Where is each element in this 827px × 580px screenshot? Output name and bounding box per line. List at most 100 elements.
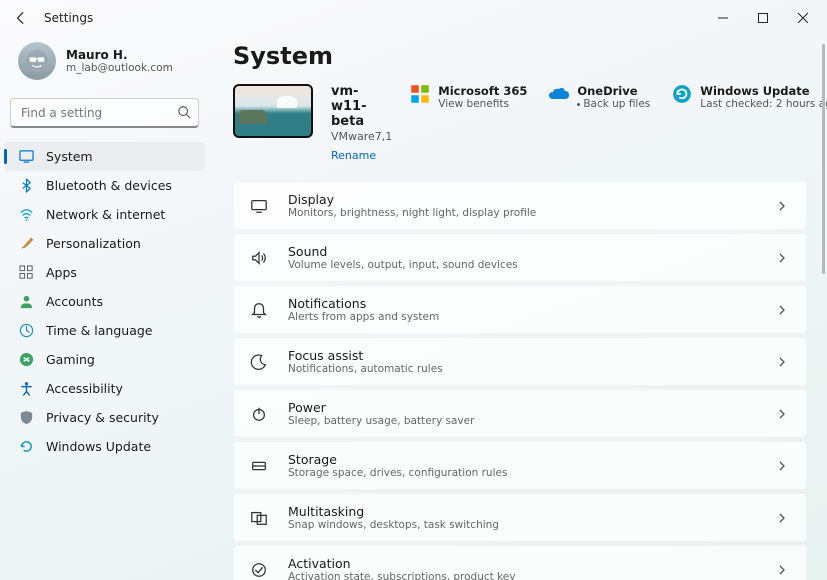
system-icon [18, 149, 34, 165]
search-input[interactable] [10, 98, 199, 128]
sound-icon [248, 247, 270, 269]
search-box[interactable] [10, 98, 199, 128]
sidebar-item-system[interactable]: System [4, 142, 205, 171]
bell-icon [248, 299, 270, 321]
card-sub: Alerts from apps and system [288, 311, 776, 323]
card-title: Power [288, 400, 776, 415]
shield-icon [18, 410, 34, 426]
pc-thumbnail[interactable] [233, 84, 313, 138]
sidebar-item-bluetooth[interactable]: Bluetooth & devices [4, 171, 205, 200]
wifi-icon [18, 207, 34, 223]
apps-icon [18, 265, 34, 281]
sidebar-item-personalization[interactable]: Personalization [4, 229, 205, 258]
sidebar-item-time-language[interactable]: Time & language [4, 316, 205, 345]
card-power[interactable]: PowerSleep, battery usage, battery saver [233, 389, 807, 438]
sidebar-item-apps[interactable]: Apps [4, 258, 205, 287]
tile-windows-update[interactable]: Windows Update Last checked: 2 hours ago [672, 84, 827, 110]
profile-block[interactable]: Mauro H. m_lab@outlook.com [0, 36, 209, 92]
pc-info: vm-w11-beta VMware7,1 Rename [331, 84, 392, 163]
maximize-icon [758, 13, 768, 23]
tile-onedrive[interactable]: OneDrive Back up files [549, 84, 650, 110]
bluetooth-icon [18, 178, 34, 194]
onedrive-icon [549, 84, 569, 104]
card-activation[interactable]: ActivationActivation state, subscription… [233, 545, 807, 580]
card-sub: Volume levels, output, input, sound devi… [288, 259, 776, 271]
chevron-right-icon [776, 564, 788, 576]
sidebar-item-network[interactable]: Network & internet [4, 200, 205, 229]
card-notifications[interactable]: NotificationsAlerts from apps and system [233, 285, 807, 334]
app-title: Settings [44, 11, 93, 25]
chevron-right-icon [776, 200, 788, 212]
sidebar-item-label: Windows Update [46, 439, 151, 454]
sidebar-item-label: Personalization [46, 236, 141, 251]
close-button[interactable] [783, 2, 823, 34]
activation-icon [248, 559, 270, 580]
card-display[interactable]: DisplayMonitors, brightness, night light… [233, 181, 807, 230]
clock-globe-icon [18, 323, 34, 339]
back-button[interactable] [4, 1, 38, 35]
minimize-button[interactable] [703, 2, 743, 34]
card-title: Activation [288, 556, 776, 571]
system-hero: vm-w11-beta VMware7,1 Rename Microsoft 3… [233, 84, 807, 163]
window-controls [703, 2, 823, 34]
card-sub: Notifications, automatic rules [288, 363, 776, 375]
person-icon [18, 294, 34, 310]
main-content: System vm-w11-beta VMware7,1 Rename Micr… [215, 36, 827, 580]
sidebar-item-label: Accessibility [46, 381, 123, 396]
close-icon [798, 13, 808, 23]
m365-icon [410, 84, 430, 104]
update-icon [18, 439, 34, 455]
chevron-right-icon [776, 304, 788, 316]
card-sub: Activation state, subscriptions, product… [288, 571, 776, 580]
sidebar-item-label: Privacy & security [46, 410, 159, 425]
user-email: m_lab@outlook.com [66, 62, 173, 74]
nav-list: System Bluetooth & devices Network & int… [0, 142, 209, 461]
card-sub: Storage space, drives, configuration rul… [288, 467, 776, 479]
tile-title: Windows Update [700, 84, 827, 98]
maximize-button[interactable] [743, 2, 783, 34]
chevron-right-icon [776, 512, 788, 524]
card-title: Multitasking [288, 504, 776, 519]
tile-sub: Last checked: 2 hours ago [700, 98, 827, 110]
page-title: System [233, 42, 807, 70]
sidebar-item-gaming[interactable]: Gaming [4, 345, 205, 374]
sidebar-item-accounts[interactable]: Accounts [4, 287, 205, 316]
avatar [18, 42, 56, 80]
accessibility-icon [18, 381, 34, 397]
multitasking-icon [248, 507, 270, 529]
sidebar-item-label: System [46, 149, 93, 164]
sidebar-item-windows-update[interactable]: Windows Update [4, 432, 205, 461]
card-sub: Monitors, brightness, night light, displ… [288, 207, 776, 219]
card-storage[interactable]: StorageStorage space, drives, configurat… [233, 441, 807, 490]
profile-info: Mauro H. m_lab@outlook.com [66, 48, 173, 74]
user-name: Mauro H. [66, 48, 173, 62]
sidebar-item-label: Network & internet [46, 207, 165, 222]
tile-microsoft-365[interactable]: Microsoft 365 View benefits [410, 84, 527, 110]
tile-title: OneDrive [577, 84, 650, 98]
tile-sub: View benefits [438, 98, 527, 110]
rename-link[interactable]: Rename [331, 149, 376, 162]
display-icon [248, 195, 270, 217]
card-title: Sound [288, 244, 776, 259]
pc-model: VMware7,1 [331, 130, 392, 143]
chevron-right-icon [776, 408, 788, 420]
settings-category-list: DisplayMonitors, brightness, night light… [233, 181, 807, 580]
arrow-left-icon [14, 11, 28, 25]
moon-icon [248, 351, 270, 373]
card-sound[interactable]: SoundVolume levels, output, input, sound… [233, 233, 807, 282]
card-focus-assist[interactable]: Focus assistNotifications, automatic rul… [233, 337, 807, 386]
scrollbar-thumb[interactable] [822, 44, 825, 274]
chevron-right-icon [776, 356, 788, 368]
card-multitasking[interactable]: MultitaskingSnap windows, desktops, task… [233, 493, 807, 542]
avatar-sunglasses-icon [26, 50, 48, 72]
sidebar-item-label: Accounts [46, 294, 103, 309]
title-bar: Settings [0, 0, 827, 36]
chevron-right-icon [776, 252, 788, 264]
sidebar-item-privacy[interactable]: Privacy & security [4, 403, 205, 432]
card-title: Display [288, 192, 776, 207]
card-sub: Sleep, battery usage, battery saver [288, 415, 776, 427]
minimize-icon [718, 13, 728, 23]
sidebar-item-label: Apps [46, 265, 77, 280]
sidebar-item-accessibility[interactable]: Accessibility [4, 374, 205, 403]
paintbrush-icon [18, 236, 34, 252]
